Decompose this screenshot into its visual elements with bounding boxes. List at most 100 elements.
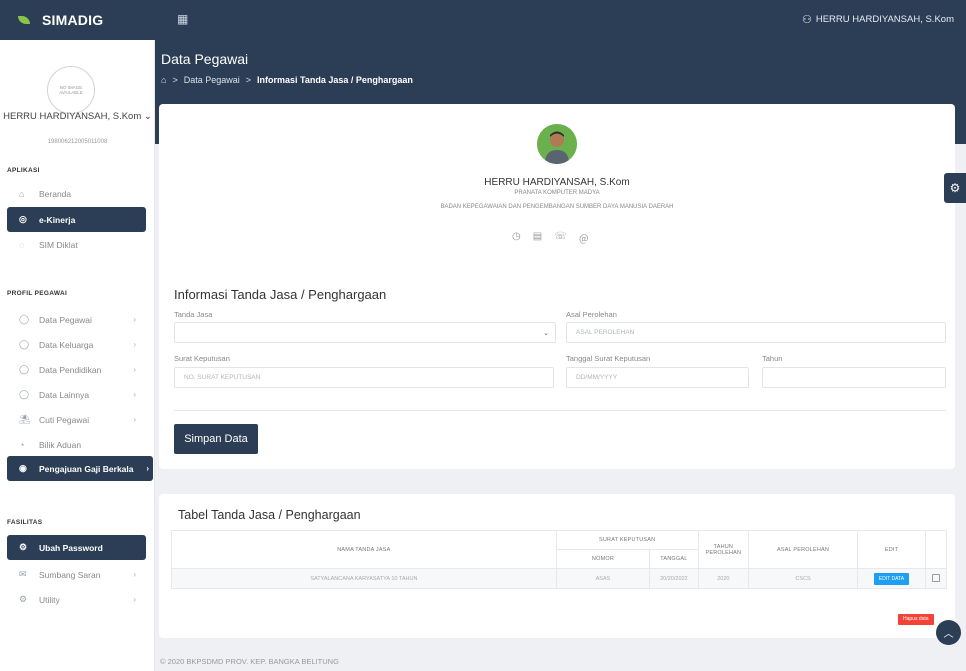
sidebar-item-simdiklat[interactable]: ◌ SIM Diklat — [7, 232, 146, 257]
chevron-down-icon: ⌄ — [143, 111, 152, 122]
chevron-right-icon: › — [133, 340, 136, 349]
col-header-asal: ASAL PEROLEHAN — [748, 530, 858, 569]
sidebar-item-gaji-berkala[interactable]: ◉ Pengajuan Gaji Berkala › — [7, 456, 153, 481]
sidebar-item-label: Pengajuan Gaji Berkala — [39, 463, 134, 474]
user-menu-name: HERRU HARDIYANSAH, S.Kom — [815, 14, 954, 25]
form-title: Informasi Tanda Jasa / Penghargaan — [174, 287, 387, 302]
sidebar-item-label: Bilik Aduan — [39, 439, 82, 450]
col-header-edit: EDIT — [856, 530, 927, 569]
grid-menu-icon[interactable]: ▦ — [177, 13, 189, 25]
chevron-right-icon: › — [133, 415, 136, 424]
scroll-top-button[interactable]: ︿ — [936, 620, 961, 645]
footer-text: © 2020 BKPSDMD PROV. KEP. BANGKA BELITUN… — [160, 657, 339, 666]
col-header-nomor: NOMOR — [555, 549, 651, 569]
breadcrumb-sep: > — [172, 75, 178, 85]
sidebar-item-beranda[interactable]: ⌂ Beranda — [7, 181, 146, 206]
user-menu[interactable]: ⚇ HERRU HARDIYANSAH, S.Kom — [802, 13, 954, 26]
chevron-up-icon: ︿ — [943, 629, 954, 640]
sidebar-item-data-lainnya[interactable]: ◯ Data Lainnya › — [7, 382, 146, 407]
sidebar-item-ubah-password[interactable]: ⚙ Ubah Password — [7, 535, 146, 560]
phone-icon[interactable]: ☏ — [554, 231, 567, 246]
sidebar-item-label: Data Pegawai — [39, 314, 92, 325]
cell-nomor: ASAS — [555, 568, 651, 589]
home-icon[interactable]: ⌂ — [161, 75, 166, 85]
breadcrumb-data-pegawai[interactable]: Data Pegawai — [184, 75, 240, 85]
table-title: Tabel Tanda Jasa / Penghargaan — [178, 508, 361, 522]
avatar: NO IMAGE AVAILABLE — [47, 66, 95, 114]
sidebar-item-label: Utility — [39, 594, 60, 605]
brand[interactable]: SIMADIG — [0, 0, 155, 40]
tanggal-sk-input[interactable]: DD/MM/YYYY — [566, 367, 749, 388]
chevron-down-icon: ⌄ — [543, 330, 549, 337]
col-header-select — [925, 530, 947, 569]
beach-icon: ⛱ — [19, 414, 31, 424]
circle-icon: ◯ — [19, 389, 30, 399]
asal-perolehan-input[interactable]: ASAL PEROLEHAN — [566, 322, 946, 343]
tanda-jasa-select[interactable]: ⌄ — [174, 322, 556, 343]
col-header-surat: SURAT KEPUTUSAN — [555, 530, 699, 550]
sidebar-user-name-text: HERRU HARDIYANSAH, S.Kom — [3, 111, 142, 122]
cog-icon: ⚙ — [19, 594, 28, 604]
tahun-input[interactable] — [762, 367, 946, 388]
profile-photo — [537, 124, 577, 164]
sidebar-item-label: Data Pendidikan — [39, 364, 102, 375]
sidebar-item-bilik-aduan[interactable]: ◔ Bilik Aduan — [7, 432, 146, 457]
sidebar-item-label: Data Lainnya — [39, 389, 90, 400]
sidebar: NO IMAGE AVAILABLE HERRU HARDIYANSAH, S.… — [0, 40, 155, 671]
sidebar-user-nip: 198006212005011008 — [47, 139, 108, 145]
sidebar-item-data-pendidikan[interactable]: ◯ Data Pendidikan › — [7, 357, 146, 382]
sidebar-item-label: Beranda — [39, 188, 72, 199]
chevron-right-icon: › — [133, 315, 136, 324]
asal-perolehan-label: Asal Perolehan — [566, 310, 617, 319]
sidebar-item-sumbang-saran[interactable]: ✉ Sumbang Saran › — [7, 562, 146, 587]
leaf-logo-icon — [18, 16, 30, 24]
chevron-right-icon: › — [133, 595, 136, 604]
sidebar-item-label: Data Keluarga — [39, 339, 94, 350]
circle-icon: ◯ — [19, 364, 30, 374]
surat-keputusan-input[interactable]: NO. SURAT KEPUTUSAN — [174, 367, 554, 388]
graduation-icon: ◌ — [19, 239, 25, 250]
chevron-right-icon: › — [133, 390, 136, 399]
clock-icon[interactable]: ◷ — [512, 231, 521, 246]
edit-data-button[interactable]: EDIT DATA — [873, 572, 910, 585]
circle-icon: ◯ — [19, 339, 30, 349]
at-icon[interactable]: ＠ — [579, 231, 589, 246]
cell-tahun: 2020 — [697, 568, 750, 589]
gauge-icon: ◎ — [19, 214, 27, 224]
sidebar-item-label: Cuti Pegawai — [39, 414, 90, 425]
table-row: SATYALANCANA KARYASATYA 10 TAHUN ASAS 20… — [171, 568, 947, 589]
chevron-right-icon: › — [133, 570, 136, 579]
page-title: Data Pegawai — [161, 51, 249, 67]
profile-org: BADAN KEPEGAWAIAN DAN PENGEMBANGAN SUMBE… — [440, 204, 674, 210]
sidebar-item-ekinerja[interactable]: ◎ e-Kinerja — [7, 207, 146, 232]
breadcrumb-sep: > — [245, 75, 252, 85]
chevron-right-icon: › — [133, 365, 136, 374]
top-navbar: SIMADIG ▦ ⚇ HERRU HARDIYANSAH, S.Kom — [0, 0, 966, 40]
section-fasilitas: FASILITAS — [7, 519, 43, 526]
profile-name: HERRU HARDIYANSAH, S.Kom — [484, 177, 630, 188]
breadcrumb-current: Informasi Tanda Jasa / Penghargaan — [257, 75, 413, 85]
calendar-icon[interactable]: ▤ — [533, 231, 542, 246]
breadcrumb: ⌂ > Data Pegawai > Informasi Tanda Jasa … — [161, 75, 413, 85]
section-aplikasi: APLIKASI — [7, 167, 40, 174]
chat-icon: ◔ — [19, 439, 25, 450]
section-profil: PROFIL PEGAWAI — [7, 290, 68, 297]
gear-icon: ⚙ — [19, 542, 28, 552]
col-header-tanggal: TANGGAL — [649, 549, 699, 569]
mail-icon: ✉ — [19, 569, 27, 579]
profile-icons: ◷ ▤ ☏ ＠ — [512, 231, 589, 246]
sidebar-item-utility[interactable]: ⚙ Utility › — [7, 587, 146, 612]
cell-asal: CSCS — [748, 568, 858, 589]
sidebar-item-cuti[interactable]: ⛱ Cuti Pegawai › — [7, 407, 146, 432]
sidebar-user-name[interactable]: HERRU HARDIYANSAH, S.Kom ⌄ — [0, 111, 155, 122]
settings-gear-icon[interactable]: ⚙ — [944, 173, 966, 203]
app-name: SIMADIG — [42, 12, 104, 28]
sidebar-item-label: Ubah Password — [39, 542, 103, 553]
save-button[interactable]: Simpan Data — [174, 424, 258, 454]
delete-data-button[interactable]: Hapus data — [898, 614, 934, 625]
cell-nama: SATYALANCANA KARYASATYA 10 TAHUN — [171, 568, 557, 589]
row-checkbox[interactable] — [932, 573, 941, 582]
sidebar-item-data-keluarga[interactable]: ◯ Data Keluarga › — [7, 332, 146, 357]
sidebar-item-data-pegawai[interactable]: ◯ Data Pegawai › — [7, 307, 146, 332]
circle-icon: ◯ — [19, 314, 30, 324]
